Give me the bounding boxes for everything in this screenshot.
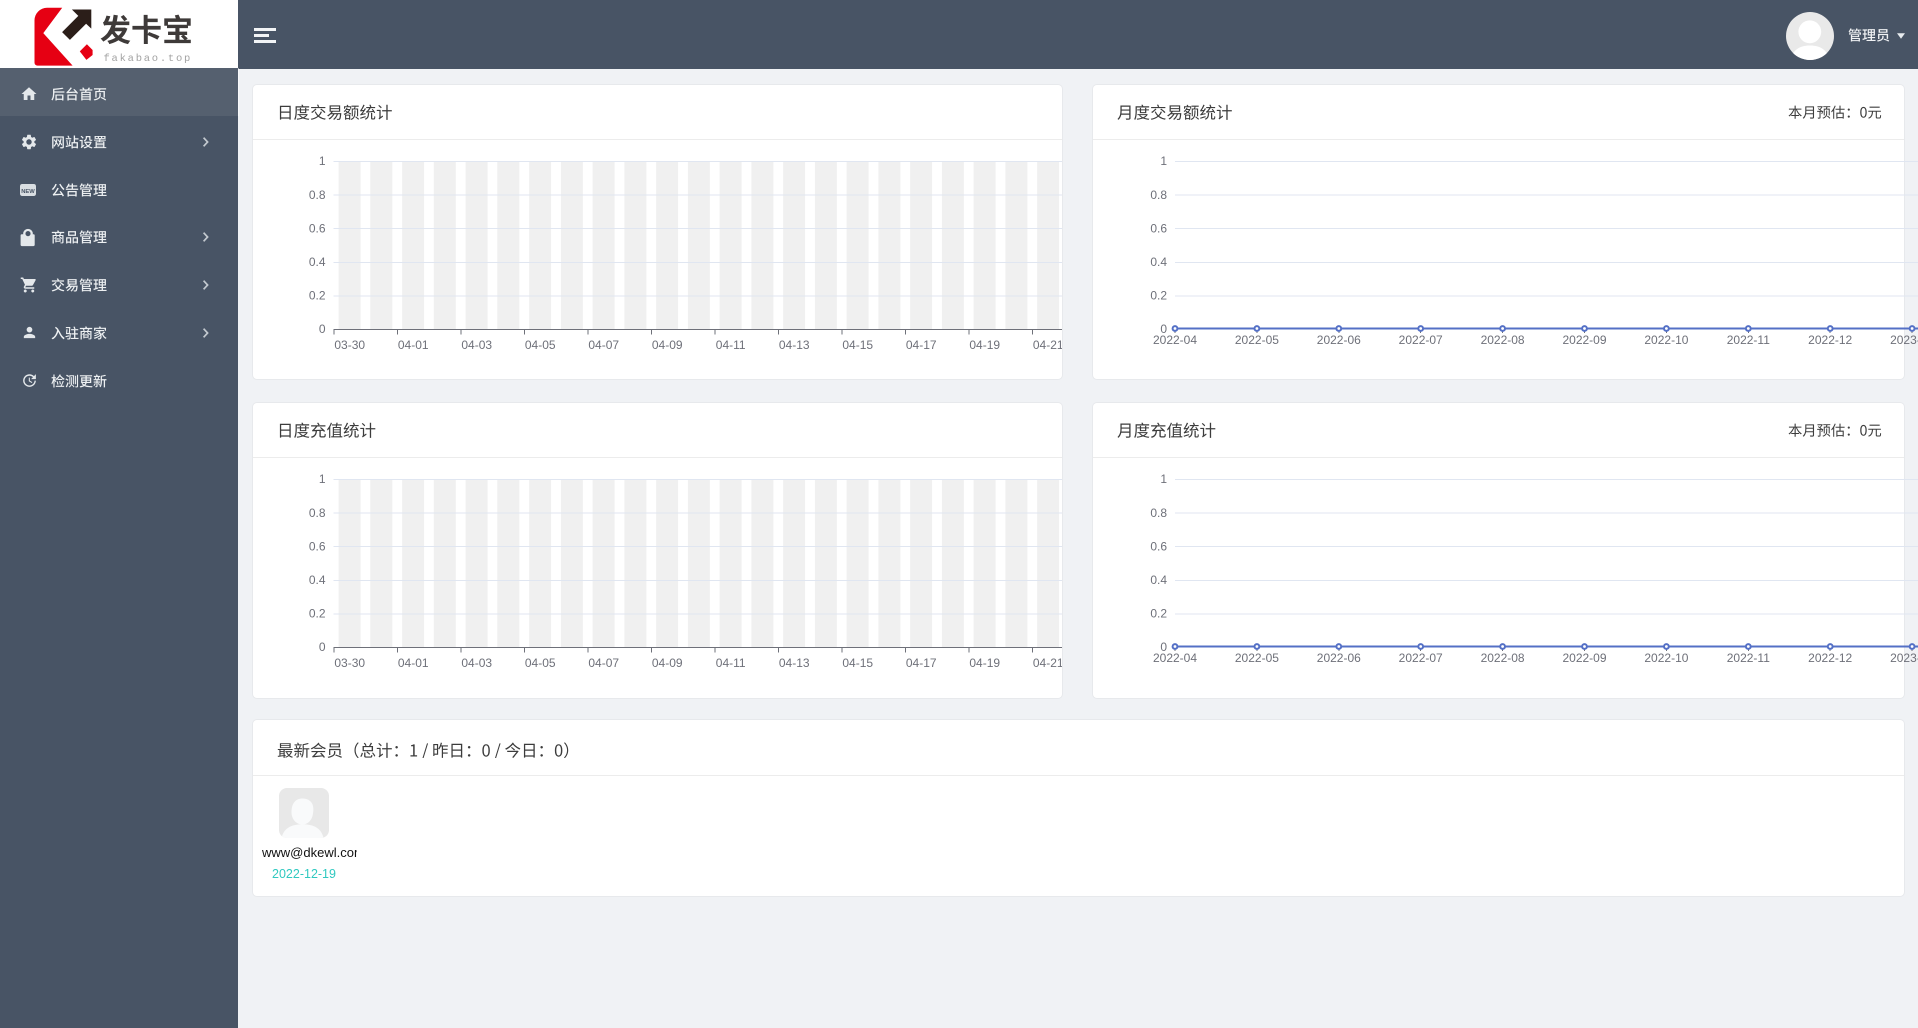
svg-text:2022-09: 2022-09 [1562, 333, 1606, 347]
svg-text:04-21: 04-21 [1033, 656, 1062, 670]
svg-text:0.2: 0.2 [309, 607, 326, 621]
svg-text:03-30: 03-30 [334, 656, 365, 670]
svg-text:1: 1 [1160, 154, 1167, 168]
svg-text:0.8: 0.8 [1150, 506, 1167, 520]
svg-text:04-01: 04-01 [398, 338, 429, 352]
svg-text:04-15: 04-15 [842, 656, 873, 670]
svg-text:2022-08: 2022-08 [1481, 333, 1525, 347]
svg-text:04-01: 04-01 [398, 656, 429, 670]
svg-text:04-03: 04-03 [461, 338, 492, 352]
svg-text:04-19: 04-19 [969, 656, 1000, 670]
svg-text:1: 1 [319, 154, 326, 168]
svg-text:1: 1 [1160, 472, 1167, 486]
svg-text:2022-05: 2022-05 [1235, 333, 1279, 347]
svg-text:04-07: 04-07 [588, 338, 619, 352]
svg-text:04-05: 04-05 [525, 338, 556, 352]
svg-text:0.4: 0.4 [309, 573, 326, 587]
svg-text:0.4: 0.4 [1150, 255, 1167, 269]
svg-text:0.4: 0.4 [1150, 573, 1167, 587]
svg-text:2022-08: 2022-08 [1481, 651, 1525, 665]
svg-text:2022-11: 2022-11 [1727, 333, 1770, 347]
svg-text:0: 0 [319, 640, 326, 654]
svg-text:2022-12: 2022-12 [1808, 651, 1852, 665]
svg-text:2022-11: 2022-11 [1727, 651, 1770, 665]
svg-text:04-19: 04-19 [969, 338, 1000, 352]
svg-text:04-09: 04-09 [652, 656, 683, 670]
svg-text:2022-04: 2022-04 [1153, 651, 1197, 665]
svg-text:0.6: 0.6 [309, 221, 326, 235]
svg-text:04-21: 04-21 [1033, 338, 1062, 352]
svg-text:0.4: 0.4 [309, 255, 326, 269]
svg-text:03-30: 03-30 [334, 338, 365, 352]
svg-text:0.6: 0.6 [1150, 221, 1167, 235]
svg-text:NEW: NEW [21, 188, 35, 194]
svg-text:2023-01: 2023-01 [1890, 651, 1918, 665]
svg-text:04-17: 04-17 [906, 338, 937, 352]
svg-text:2022-06: 2022-06 [1317, 333, 1361, 347]
svg-text:0.6: 0.6 [309, 539, 326, 553]
svg-text:04-13: 04-13 [779, 338, 810, 352]
svg-text:04-11: 04-11 [716, 656, 746, 670]
svg-text:0.8: 0.8 [309, 506, 326, 520]
svg-text:2022-07: 2022-07 [1399, 651, 1443, 665]
svg-text:04-03: 04-03 [461, 656, 492, 670]
svg-text:2022-06: 2022-06 [1317, 651, 1361, 665]
svg-text:0.2: 0.2 [1150, 289, 1167, 303]
svg-text:0.6: 0.6 [1150, 539, 1167, 553]
svg-text:0: 0 [319, 322, 326, 336]
svg-text:2022-05: 2022-05 [1235, 651, 1279, 665]
svg-text:2022-04: 2022-04 [1153, 333, 1197, 347]
svg-text:1: 1 [319, 472, 326, 486]
svg-text:2022-10: 2022-10 [1644, 651, 1688, 665]
svg-text:0.8: 0.8 [309, 188, 326, 202]
svg-text:2022-09: 2022-09 [1562, 651, 1606, 665]
svg-text:0.8: 0.8 [1150, 188, 1167, 202]
svg-text:2022-12: 2022-12 [1808, 333, 1852, 347]
svg-text:2022-10: 2022-10 [1644, 333, 1688, 347]
svg-text:04-15: 04-15 [842, 338, 873, 352]
svg-text:0.2: 0.2 [309, 289, 326, 303]
svg-text:04-05: 04-05 [525, 656, 556, 670]
svg-text:2023-01: 2023-01 [1890, 333, 1918, 347]
svg-text:2022-07: 2022-07 [1399, 333, 1443, 347]
svg-text:04-17: 04-17 [906, 656, 937, 670]
svg-text:04-09: 04-09 [652, 338, 683, 352]
svg-text:04-07: 04-07 [588, 656, 619, 670]
svg-text:0.2: 0.2 [1150, 607, 1167, 621]
svg-text:04-11: 04-11 [716, 338, 746, 352]
svg-text:04-13: 04-13 [779, 656, 810, 670]
